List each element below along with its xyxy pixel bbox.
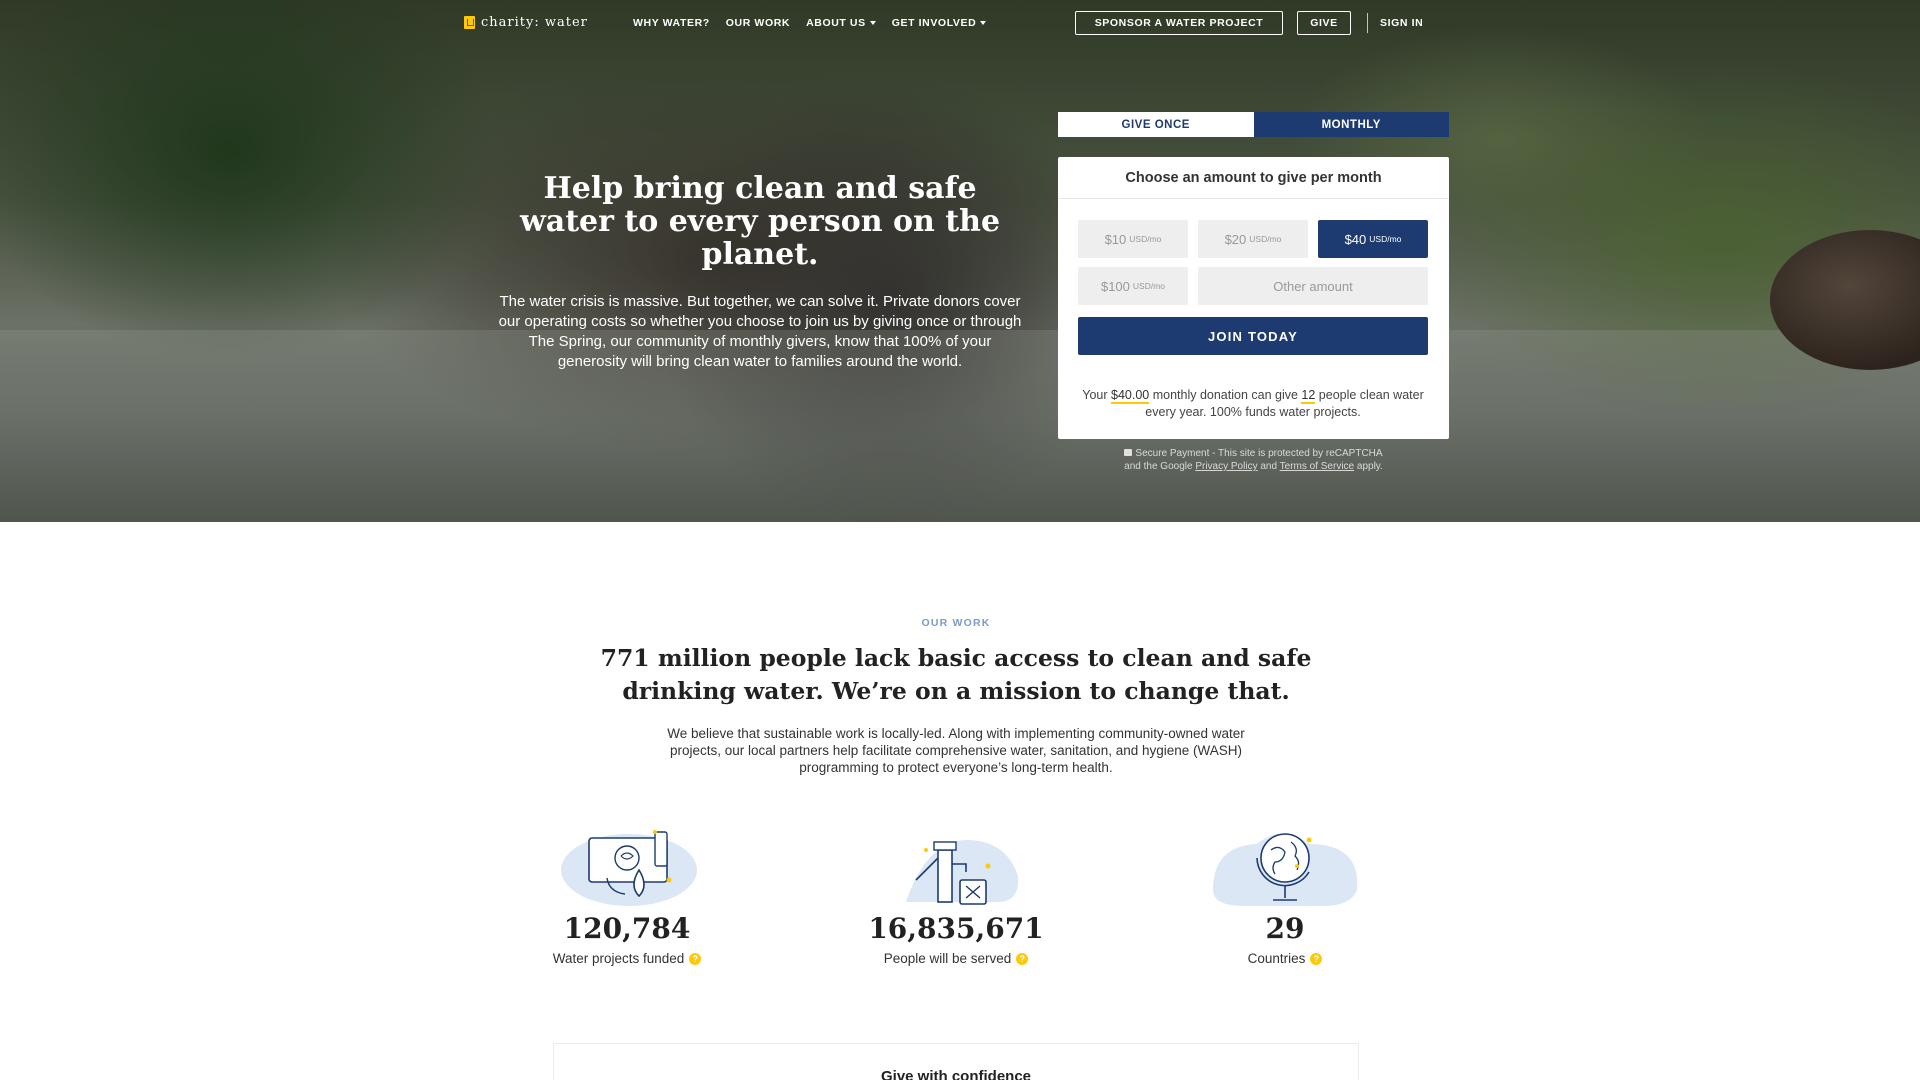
nav-links: WHY WATER? OUR WORK ABOUT US GET INVOLVE… [633, 17, 987, 29]
question-mark-icon[interactable]: ? [689, 952, 702, 965]
section-body: We believe that sustainable work is loca… [667, 726, 1245, 775]
secure-payment-note: Secure Payment - This site is protected … [1058, 447, 1449, 473]
give-button[interactable]: GIVE [1297, 11, 1351, 35]
join-today-button[interactable]: JOIN TODAY [1078, 317, 1428, 355]
nav-get-involved-label: GET INVOLVED [891, 17, 977, 29]
top-navigation: charity: water WHY WATER? OUR WORK ABOUT… [0, 0, 1920, 45]
stat-water-projects: 120,784 Water projects funded? [497, 820, 757, 966]
nav-divider [1367, 13, 1368, 33]
amount-option-10[interactable]: $10 USD/mo [1078, 220, 1188, 258]
impact-mid: monthly donation can give [1149, 388, 1302, 402]
amount-option-40[interactable]: $40 USD/mo [1318, 220, 1428, 258]
tab-monthly[interactable]: MONTHLY [1253, 112, 1449, 137]
secure-and: and [1257, 461, 1280, 472]
hero-body: The water crisis is massive. But togethe… [498, 293, 1022, 370]
amount-option-100[interactable]: $100 USD/mo [1078, 267, 1188, 305]
jerry-can-icon [464, 16, 475, 29]
stat-people-served: 16,835,671 People will be served? [826, 820, 1086, 966]
secure-apply: apply. [1354, 461, 1383, 472]
donation-frequency-tabs: GIVE ONCE MONTHLY [1058, 112, 1449, 137]
impact-amount: $40.00 [1111, 388, 1150, 404]
question-mark-icon[interactable]: ? [1016, 952, 1029, 965]
stat-label: People will be served [883, 951, 1012, 966]
chevron-down-icon [980, 21, 987, 25]
sign-in-link[interactable]: SIGN IN [1380, 17, 1423, 29]
amount-value: $10 [1104, 231, 1127, 247]
secure-line-2: and the Google Privacy Policy and Terms … [1058, 460, 1449, 473]
section-title: 771 million people lack basic access to … [600, 644, 1312, 705]
impact-people: 12 [1301, 388, 1316, 404]
give-with-confidence-panel: Give with confidence [553, 1043, 1359, 1080]
donation-impact-text: Your $40.00 monthly donation can give 12… [1078, 387, 1428, 421]
secure-line-1-text: Secure Payment - This site is protected … [1135, 448, 1383, 459]
amount-value: $40 [1344, 231, 1367, 247]
stat-number: 16,835,671 [868, 912, 1044, 945]
globe-icon [1205, 820, 1365, 910]
stat-number: 29 [1265, 912, 1305, 945]
amount-unit: USD/mo [1132, 281, 1166, 291]
impact-pre: Your [1082, 388, 1111, 402]
amount-unit: USD/mo [1129, 234, 1162, 244]
logo-text: charity: water [481, 15, 588, 30]
stat-label: Countries [1247, 951, 1306, 966]
donation-heading: Choose an amount to give per month [1058, 157, 1449, 199]
water-projects-icon [547, 820, 707, 910]
nav-about-us-label: ABOUT US [806, 17, 866, 29]
confidence-title: Give with confidence [880, 1068, 1032, 1080]
stat-label-row: Countries? [1155, 951, 1415, 966]
question-mark-icon[interactable]: ? [1310, 952, 1323, 965]
nav-about-us[interactable]: ABOUT US [806, 17, 876, 29]
other-amount-input[interactable]: Other amount [1198, 267, 1428, 305]
secure-line-2-pre: and the Google [1124, 461, 1196, 472]
stat-label: Water projects funded [552, 951, 685, 966]
amount-option-20[interactable]: $20 USD/mo [1198, 220, 1308, 258]
amount-unit: USD/mo [1369, 234, 1402, 244]
nav-get-involved[interactable]: GET INVOLVED [892, 17, 987, 29]
stat-label-row: Water projects funded? [497, 951, 757, 966]
amount-unit: USD/mo [1249, 234, 1282, 244]
lock-icon [1124, 449, 1133, 456]
stat-countries: 29 Countries? [1155, 820, 1415, 966]
tab-give-once[interactable]: GIVE ONCE [1058, 112, 1254, 137]
nav-our-work-label: OUR WORK [725, 17, 791, 29]
nav-why-water[interactable]: WHY WATER? [633, 17, 710, 29]
secure-line-1: Secure Payment - This site is protected … [1058, 447, 1449, 460]
chevron-down-icon [869, 21, 876, 25]
section-eyebrow: OUR WORK [921, 617, 991, 629]
stat-number: 120,784 [563, 912, 691, 945]
terms-of-service-link[interactable]: Terms of Service [1280, 461, 1354, 472]
hero-title: Help bring clean and safe water to every… [519, 171, 1001, 272]
donation-card: Choose an amount to give per month $10 US… [1058, 157, 1449, 439]
nav-why-water-label: WHY WATER? [633, 17, 710, 29]
water-pump-icon [876, 820, 1036, 910]
nav-our-work[interactable]: OUR WORK [726, 17, 790, 29]
amount-value: $20 [1224, 231, 1247, 247]
sponsor-project-button[interactable]: SPONSOR A WATER PROJECT [1075, 11, 1283, 35]
stat-label-row: People will be served? [826, 951, 1086, 966]
privacy-policy-link[interactable]: Privacy Policy [1195, 461, 1257, 472]
amount-value: $100 [1100, 278, 1130, 294]
charity-water-logo[interactable]: charity: water [464, 15, 588, 30]
